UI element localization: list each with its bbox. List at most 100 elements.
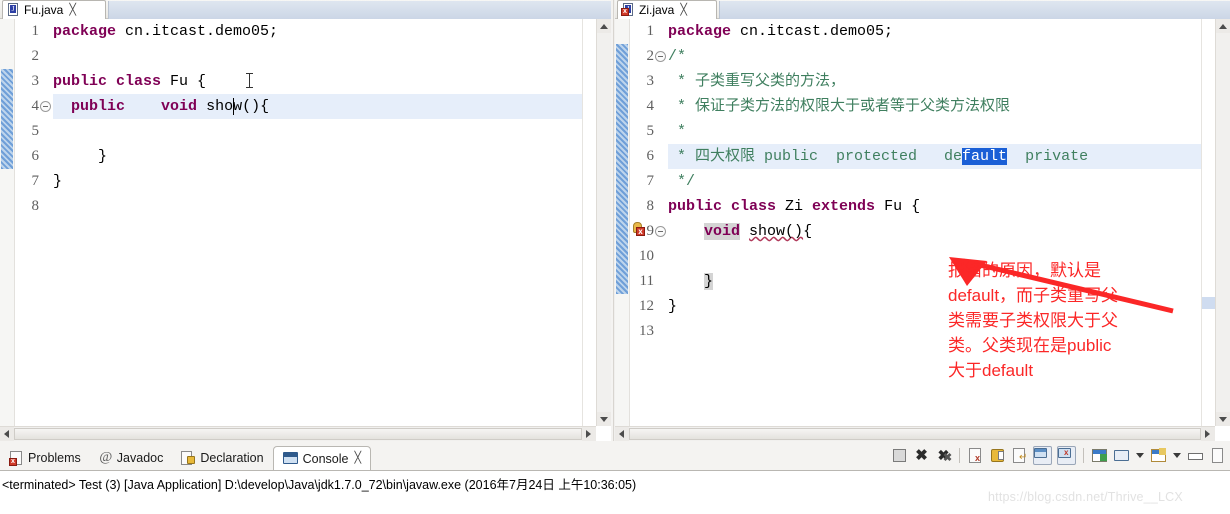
scroll-right-icon[interactable] — [1201, 427, 1215, 441]
console-status-line: <terminated> Test (3) [Java Application]… — [2, 478, 637, 492]
problems-icon: x — [9, 450, 24, 467]
show-console-error-icon[interactable]: x — [1057, 445, 1076, 465]
horizontal-scrollbar-right[interactable] — [615, 426, 1215, 441]
scrollbar-thumb[interactable] — [14, 428, 582, 440]
tab-label: Problems — [28, 451, 81, 465]
scroll-right-icon[interactable] — [582, 427, 596, 441]
word-wrap-icon[interactable]: ↵ — [1011, 447, 1028, 464]
open-console-icon[interactable] — [1150, 447, 1167, 464]
line-number: 1 — [646, 23, 655, 39]
code-line-current: public void show(){ — [53, 94, 611, 119]
line-number-gutter-right: 1 2 3 4 5 6 7 8 9 x 10 11 12 13 — [630, 19, 668, 441]
line-number: 5 — [31, 123, 40, 139]
tab-console[interactable]: Console ╳ — [272, 446, 372, 470]
console-icon — [282, 450, 299, 467]
annotation-line: 大于default — [948, 361, 1034, 380]
maximize-icon[interactable] — [1209, 447, 1226, 464]
line-number: 5 — [646, 123, 655, 139]
tab-problems[interactable]: x Problems — [0, 446, 90, 470]
scroll-up-icon[interactable] — [597, 19, 611, 33]
remove-all-terminated-icon[interactable]: ✖ ✖ — [935, 447, 952, 464]
line-number: 8 — [646, 198, 655, 214]
minimize-icon[interactable] — [1187, 447, 1204, 464]
java-file-error-icon: Jx — [621, 3, 635, 17]
scroll-lock-icon[interactable] — [989, 447, 1006, 464]
caret — [233, 98, 234, 115]
code-line: package cn.itcast.demo05; — [668, 23, 894, 40]
tab-declaration[interactable]: Declaration — [172, 446, 272, 470]
code-line: * 子类重写父类的方法， — [668, 73, 846, 90]
annotation-line: 类需要子类权限大于父 — [948, 311, 1118, 330]
fold-collapse-icon[interactable] — [655, 51, 666, 62]
line-number: 7 — [31, 173, 40, 189]
scrollbar-thumb[interactable] — [629, 428, 1201, 440]
scroll-down-icon[interactable] — [597, 412, 611, 426]
remove-launch-icon[interactable]: ✖ — [913, 447, 930, 464]
change-marker — [1, 69, 13, 169]
line-number: 12 — [639, 298, 654, 314]
code-area-fu[interactable]: 1 2 3 4 5 6 7 8 package cn.itcast.demo05… — [0, 19, 611, 441]
chevron-down-icon-2[interactable] — [1173, 452, 1181, 458]
fold-collapse-icon[interactable] — [40, 101, 51, 112]
line-number: 6 — [31, 148, 40, 164]
line-number: 4 — [31, 98, 40, 114]
line-number: 11 — [639, 273, 654, 289]
code-line: public class Zi extends Fu { — [668, 198, 921, 215]
close-icon[interactable]: ╳ — [69, 4, 76, 16]
annotation-line: 报错的原因，默认是 — [948, 261, 1101, 280]
watermark: https://blog.csdn.net/Thrive__LCX — [988, 490, 1183, 504]
close-icon[interactable]: ╳ — [354, 453, 361, 464]
code-line: void show(){ — [704, 223, 813, 240]
editor-pane-fu: J Fu.java ╳ 1 2 3 4 5 6 7 8 package cn.i… — [0, 0, 611, 441]
overview-ruler-left[interactable] — [582, 19, 596, 426]
code-text-fu[interactable]: package cn.itcast.demo05; public class F… — [53, 19, 611, 441]
line-number: 6 — [646, 148, 655, 164]
scroll-left-icon[interactable] — [0, 427, 14, 441]
terminate-icon[interactable] — [891, 447, 908, 464]
line-number: 2 — [31, 48, 40, 64]
tabbar-filler — [108, 1, 611, 19]
tab-label: Fu.java — [24, 3, 64, 17]
line-number: 13 — [639, 323, 654, 339]
toolbar-separator-2 — [1083, 447, 1084, 463]
tab-label: Declaration — [200, 451, 264, 465]
scroll-up-icon[interactable] — [1216, 19, 1230, 33]
console-toolbar: ✖ ✖ ✖ x ↵ x — [891, 443, 1226, 467]
fold-collapse-icon[interactable] — [655, 226, 666, 237]
show-console-output-icon[interactable] — [1033, 445, 1052, 465]
code-line: } — [53, 148, 108, 165]
line-number: 10 — [639, 248, 654, 264]
close-icon[interactable]: ╳ — [680, 4, 687, 16]
java-file-icon: J — [7, 3, 20, 17]
eclipse-workbench: J Fu.java ╳ 1 2 3 4 5 6 7 8 package cn.i… — [0, 0, 1230, 514]
code-line-current: * 四大权限 public protected default private — [668, 144, 1230, 169]
annotation-text: 报错的原因，默认是 default，而子类重写父 类需要子类权限大于父 类。父类… — [948, 258, 1220, 383]
clear-console-icon[interactable]: x — [967, 447, 984, 464]
line-number: 2 — [646, 48, 655, 64]
toolbar-separator — [959, 447, 960, 463]
tab-label: Console — [302, 451, 349, 466]
display-selected-console-icon[interactable] — [1113, 447, 1130, 464]
tab-javadoc[interactable]: @ Javadoc — [90, 446, 173, 470]
scroll-down-icon[interactable] — [1216, 412, 1230, 426]
error-marker-icon[interactable]: x — [631, 222, 645, 236]
tab-zi-java[interactable]: Jx Zi.java ╳ — [617, 0, 717, 19]
line-number: 4 — [646, 98, 655, 114]
scroll-left-icon[interactable] — [615, 427, 629, 441]
vertical-scrollbar-left[interactable] — [596, 19, 611, 426]
line-number: 1 — [31, 23, 40, 39]
code-line: * 保证子类方法的权限大于或者等于父类方法权限 — [668, 98, 1011, 115]
editor-tabbar-left: J Fu.java ╳ — [0, 0, 611, 19]
chevron-down-icon[interactable] — [1136, 452, 1144, 458]
tab-label: Zi.java — [639, 3, 675, 17]
code-line: package cn.itcast.demo05; — [53, 23, 279, 40]
code-line: /* — [668, 48, 687, 65]
bottom-view-tabs: x Problems @ Javadoc Declaration Console… — [0, 446, 372, 470]
code-line: } — [53, 173, 63, 190]
horizontal-scrollbar-left[interactable] — [0, 426, 596, 441]
pin-console-icon[interactable] — [1091, 447, 1108, 464]
editor-tabbar-right: Jx Zi.java ╳ — [615, 0, 1230, 19]
code-line: public class Fu { — [53, 73, 207, 90]
tab-fu-java[interactable]: J Fu.java ╳ — [2, 0, 106, 19]
